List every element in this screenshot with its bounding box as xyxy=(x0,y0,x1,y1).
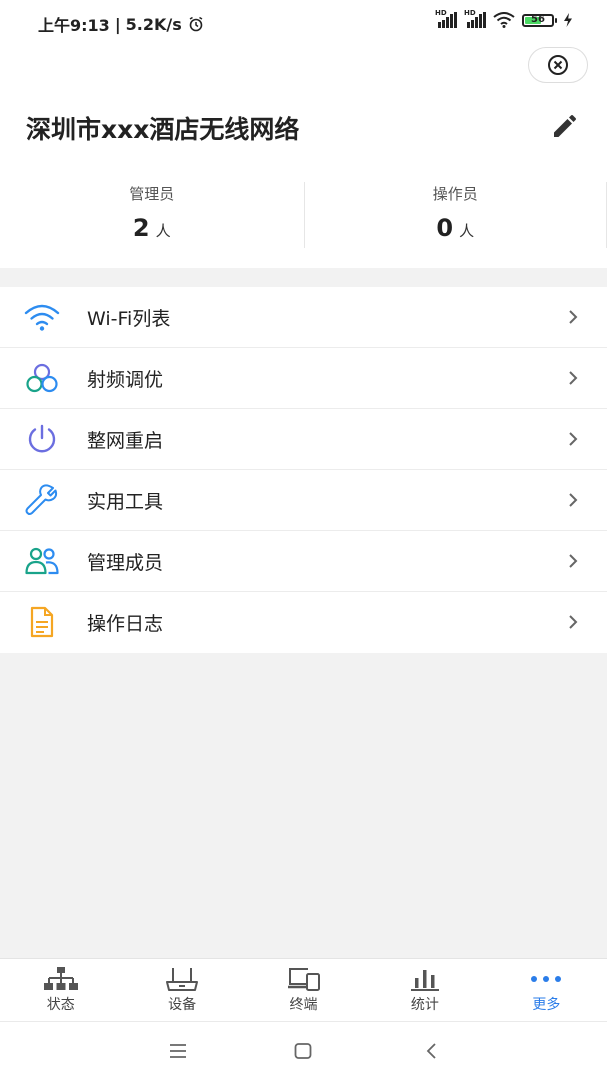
tab-terminals[interactable]: 终端 xyxy=(243,959,364,1021)
menu-item-tools[interactable]: 实用工具 xyxy=(0,470,607,531)
menu-item-label: 管理成员 xyxy=(87,548,163,575)
signal-hd-label: HD xyxy=(435,9,447,17)
tab-label: 统计 xyxy=(364,994,485,1014)
tab-more[interactable]: 更多 xyxy=(486,959,607,1021)
menu-item-label: 整网重启 xyxy=(87,426,163,453)
system-nav-bar xyxy=(0,1021,607,1081)
chevron-right-icon xyxy=(566,552,580,570)
more-dots-icon xyxy=(528,966,564,992)
menu-list: Wi-Fi列表 射频调优 整网重启 实用工具 管理成员 xyxy=(0,287,607,653)
home-square-icon[interactable] xyxy=(293,1041,313,1061)
menu-item-label: 操作日志 xyxy=(87,609,163,636)
menu-item-manage-members[interactable]: 管理成员 xyxy=(0,531,607,592)
signal-icon: HD xyxy=(464,12,486,28)
tab-status[interactable]: 状态 xyxy=(0,959,121,1021)
tab-label: 更多 xyxy=(486,994,607,1014)
router-icon xyxy=(164,966,200,992)
battery-icon: 56 xyxy=(522,14,554,27)
charging-icon xyxy=(563,13,573,27)
close-icon xyxy=(547,54,569,76)
status-left: 上午9:13 | 5.2K/s xyxy=(38,12,204,36)
chevron-right-icon xyxy=(566,308,580,326)
status-time: 上午9:13 xyxy=(38,12,110,36)
close-button[interactable] xyxy=(528,47,588,83)
admin-stat[interactable]: 管理员 2人 xyxy=(0,180,304,250)
menu-item-network-restart[interactable]: 整网重启 xyxy=(0,409,607,470)
member-stats: 管理员 2人 操作员 0人 xyxy=(0,180,607,250)
status-bar: 上午9:13 | 5.2K/s HD HD xyxy=(0,0,607,44)
chevron-right-icon xyxy=(566,369,580,387)
bar-chart-icon xyxy=(407,966,443,992)
tab-devices[interactable]: 设备 xyxy=(121,959,242,1021)
operator-label: 操作员 xyxy=(304,183,607,204)
signal-icon: HD xyxy=(435,12,457,28)
battery-level: 56 xyxy=(524,14,552,25)
power-icon xyxy=(24,423,60,455)
menu-item-label: 射频调优 xyxy=(87,365,163,392)
wifi-status-icon xyxy=(493,12,515,28)
wrench-icon xyxy=(24,484,60,516)
alarm-icon xyxy=(188,16,204,32)
wifi-icon xyxy=(24,301,60,333)
chevron-right-icon xyxy=(566,613,580,631)
admin-unit: 人 xyxy=(156,222,171,240)
operator-unit: 人 xyxy=(459,222,474,240)
admin-label: 管理员 xyxy=(0,183,304,204)
menu-item-wifi-list[interactable]: Wi-Fi列表 xyxy=(0,287,607,348)
menu-item-label: Wi-Fi列表 xyxy=(87,304,170,331)
back-chevron-icon[interactable] xyxy=(422,1041,442,1061)
network-name: 深圳市xxx酒店无线网络 xyxy=(26,110,299,146)
menu-item-operation-log[interactable]: 操作日志 xyxy=(0,592,607,653)
tab-label: 终端 xyxy=(243,994,364,1014)
topology-icon xyxy=(43,966,79,992)
header-panel: 上午9:13 | 5.2K/s HD HD xyxy=(0,0,607,268)
tab-label: 状态 xyxy=(0,994,121,1014)
tab-label: 设备 xyxy=(121,994,242,1014)
log-document-icon xyxy=(24,606,60,638)
status-net-speed: 5.2K/s xyxy=(126,15,182,34)
menu-item-label: 实用工具 xyxy=(87,487,163,514)
members-icon xyxy=(24,545,60,577)
operator-stat[interactable]: 操作员 0人 xyxy=(304,180,607,250)
signal-hd-label: HD xyxy=(464,9,476,17)
menu-item-rf-tuning[interactable]: 射频调优 xyxy=(0,348,607,409)
operator-count: 0 xyxy=(436,214,453,242)
bottom-tab-bar: 状态 设备 终端 统计 更多 xyxy=(0,958,607,1021)
menu-lines-icon[interactable] xyxy=(168,1041,188,1061)
devices-icon xyxy=(286,966,322,992)
admin-count: 2 xyxy=(133,214,150,242)
status-separator: | xyxy=(115,15,121,34)
status-right: HD HD 56 xyxy=(435,12,573,28)
rf-circles-icon xyxy=(24,362,60,394)
edit-pencil-icon[interactable] xyxy=(550,113,578,141)
chevron-right-icon xyxy=(566,491,580,509)
chevron-right-icon xyxy=(566,430,580,448)
tab-statistics[interactable]: 统计 xyxy=(364,959,485,1021)
